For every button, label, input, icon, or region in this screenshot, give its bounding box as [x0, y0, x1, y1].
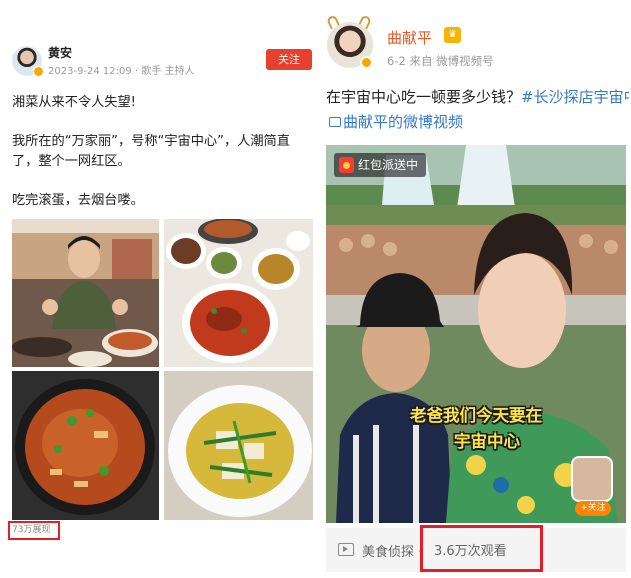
- video-subtitle-line2: 宇宙中心: [454, 432, 520, 451]
- red-packet-badge[interactable]: 红包派送中: [334, 153, 427, 177]
- author-name[interactable]: 黄安: [48, 44, 72, 61]
- topic-tag[interactable]: #长沙探店宇宙中心万家丽#: [521, 88, 629, 106]
- post-paragraph: 吃完滚蛋，去烟台喽。: [12, 192, 144, 208]
- red-packet-icon: [339, 157, 354, 173]
- post-paragraph: 湘菜从来不令人失望!: [12, 95, 136, 110]
- video-channel-icon: [338, 543, 354, 556]
- video-link-icon: [329, 116, 341, 127]
- post-meta: 2023-9-24 12:09 · 歌手 主持人: [48, 66, 195, 77]
- video-subtitle-line1: 老爸我们今天要在: [410, 406, 542, 425]
- video-link[interactable]: 曲献平的微博视频: [343, 113, 463, 131]
- post-meta: 6-2 来自 微博视频号: [387, 54, 494, 68]
- vip-crown-icon: ♛: [444, 27, 461, 43]
- left-weibo-post: 黄安 2023-9-24 12:09 · 歌手 主持人 关注 湘菜从来不令人失望…: [0, 0, 318, 578]
- post-paragraph: 我所在的“万家丽”，号称“宇宙中心”，人潮简直了，整个一网红区。: [12, 134, 290, 169]
- photo-man-thumbs-up[interactable]: [12, 219, 159, 367]
- impressions-count: 73万展现: [8, 521, 60, 540]
- post-title: 在宇宙中心吃一顿要多少钱？#长沙探店宇宙中心万家丽# 曲献平的微博视频: [326, 85, 629, 135]
- post-text: 湘菜从来不令人失望! 我所在的“万家丽”，号称“宇宙中心”，人潮简直了，整个一网…: [12, 93, 312, 210]
- title-text: 在宇宙中心吃一顿要多少钱？: [326, 88, 522, 106]
- author-name[interactable]: 曲献平: [387, 27, 432, 48]
- right-weibo-post: 曲献平 ♛ 6-2 来自 微博视频号 在宇宙中心吃一顿要多少钱？#长沙探店宇宙中…: [320, 0, 631, 578]
- video-player[interactable]: 红包派送中 老爸我们今天要在 宇宙中心 +关注: [326, 145, 626, 523]
- follow-button[interactable]: 关注: [266, 49, 312, 70]
- mini-avatar: [571, 456, 613, 502]
- video-follow-widget[interactable]: +关注: [569, 456, 619, 520]
- red-packet-label: 红包派送中: [358, 158, 419, 172]
- view-count: 3.6万次观看: [434, 544, 507, 559]
- verified-badge-icon: [360, 56, 373, 69]
- photo-tofu-broth[interactable]: [164, 371, 313, 520]
- photo-stir-fry[interactable]: [12, 371, 159, 520]
- channel-name[interactable]: 美食侦探 ·: [362, 541, 422, 560]
- photo-table-dishes[interactable]: [164, 219, 313, 367]
- video-follow-button[interactable]: +关注: [575, 501, 611, 516]
- verified-badge-icon: [33, 66, 44, 77]
